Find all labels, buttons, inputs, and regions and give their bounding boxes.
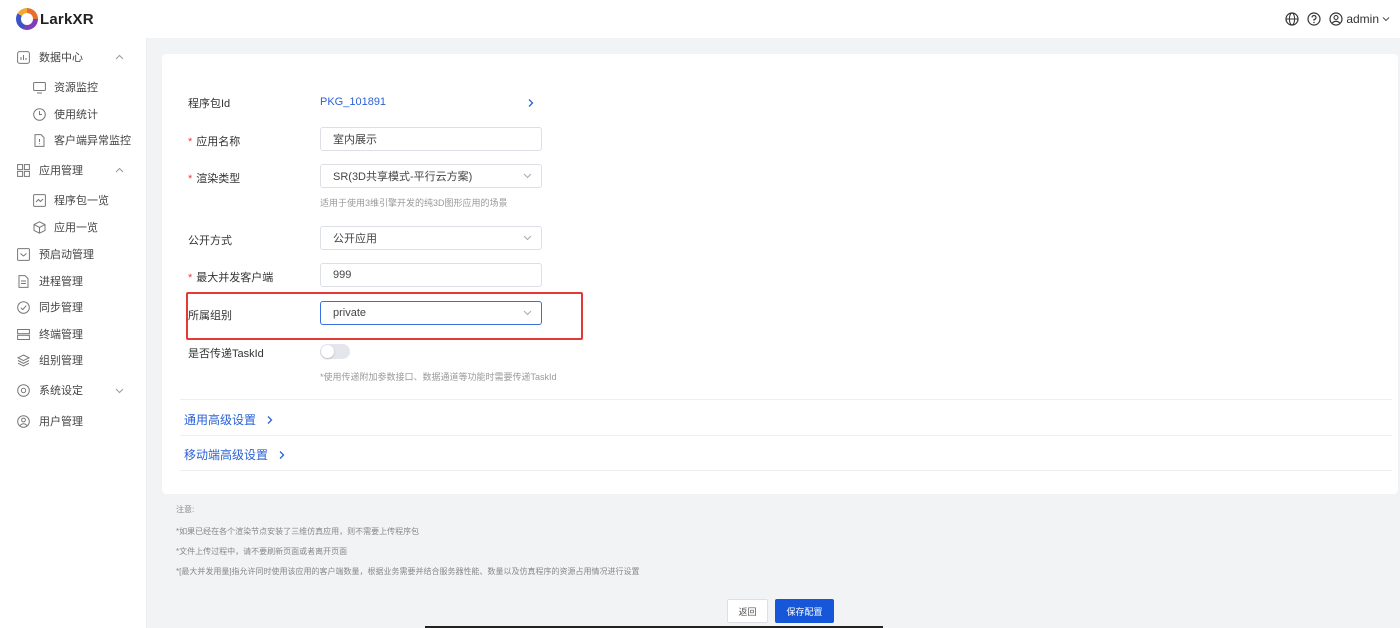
sidebar-item-process[interactable]: 进程管理 [0, 269, 147, 293]
advanced-general-link[interactable]: 通用高级设置 [184, 411, 274, 428]
sidebar: 数据中心 资源监控 使用统计 客户端异常监控 应用管理 程序包一览 应用一览 预… [0, 38, 147, 628]
notes-title: 注意: [176, 505, 195, 514]
sidebar-item-app-list[interactable]: 应用一览 [0, 215, 147, 239]
group-value: private [333, 307, 367, 319]
sidebar-item-label: 用户管理 [39, 416, 83, 428]
sidebar-item-label: 终端管理 [39, 329, 83, 341]
publish-mode-value: 公开应用 [333, 233, 377, 245]
divider [180, 435, 1392, 436]
sidebar-item-users[interactable]: 用户管理 [0, 409, 147, 433]
divider [180, 399, 1392, 400]
user-menu[interactable]: admin [1329, 12, 1390, 26]
chevron-right-icon [267, 415, 273, 424]
document-icon [34, 133, 45, 147]
chevron-down-icon [523, 235, 532, 241]
note-line: *文件上传过程中，请不要刷新页面或者离开页面 [176, 547, 348, 556]
sidebar-item-package-list[interactable]: 程序包一览 [0, 188, 147, 212]
header-actions: admin [1285, 12, 1390, 26]
back-button[interactable]: 返回 [727, 599, 768, 623]
app-name-input[interactable]: 室内展示 [320, 127, 542, 151]
chart-icon [17, 50, 30, 64]
render-type-value: SR(3D共享模式-平行云方案) [333, 171, 473, 183]
max-clients-value: 999 [333, 269, 352, 281]
group-select[interactable]: private [320, 301, 542, 325]
sidebar-item-label: 进程管理 [39, 276, 83, 288]
sidebar-item-label: 应用管理 [39, 165, 83, 177]
sidebar-item-label: 数据中心 [39, 52, 83, 64]
app-config-form: 程序包Id PKG_101891 * 应用名称 室内展示 * 渲染类型 SR(3D共… [162, 54, 1398, 494]
package-icon [33, 193, 46, 207]
logo-icon [16, 8, 38, 30]
chevron-down-icon [115, 388, 124, 393]
user-name: admin [1346, 12, 1379, 26]
clock-icon [33, 107, 46, 121]
sidebar-item-label: 应用一览 [54, 222, 98, 234]
sidebar-item-system-settings[interactable]: 系统设定 [0, 378, 147, 402]
note-line: *如果已经在各个渲染节点安装了三维仿真应用，则不需要上传程序包 [176, 527, 420, 536]
chevron-up-icon [115, 167, 124, 172]
sidebar-item-label: 组别管理 [39, 355, 83, 367]
app-name-label: * 应用名称 [188, 136, 241, 148]
package-id-link[interactable]: PKG_101891 [320, 96, 386, 108]
settings-icon [17, 383, 30, 397]
sidebar-item-label: 使用统计 [54, 109, 98, 121]
advanced-general-label: 通用高级设置 [184, 413, 257, 427]
sidebar-item-usage-stats[interactable]: 使用统计 [0, 102, 147, 126]
logo[interactable]: LarkXR [16, 8, 94, 30]
divider [180, 470, 1392, 471]
sidebar-item-app-management[interactable]: 应用管理 [0, 158, 147, 182]
save-button[interactable]: 保存配置 [775, 599, 834, 623]
chevron-down-icon [523, 310, 532, 316]
monitor-icon [33, 81, 46, 93]
logo-text: LarkXR [40, 10, 94, 28]
chevron-up-icon [115, 54, 124, 59]
file-icon [18, 274, 29, 288]
sidebar-item-group[interactable]: 组别管理 [0, 348, 147, 372]
max-clients-input[interactable]: 999 [320, 263, 542, 287]
package-id-label: 程序包Id [188, 98, 231, 110]
inbox-icon [17, 247, 30, 261]
render-type-select[interactable]: SR(3D共享模式-平行云方案) [320, 164, 542, 188]
terminal-icon [17, 328, 30, 340]
advanced-mobile-link[interactable]: 移动端高级设置 [184, 446, 286, 463]
sidebar-item-terminal[interactable]: 终端管理 [0, 322, 147, 346]
chevron-down-icon [1382, 17, 1390, 22]
note-line: *[最大并发用量]指允许同时使用该应用的客户端数量，根据业务需要并结合服务器性能… [176, 567, 640, 576]
render-type-hint: 适用于使用3维引擎开发的纯3D图形应用的场景 [320, 198, 508, 208]
publish-mode-select[interactable]: 公开应用 [320, 226, 542, 250]
sidebar-item-label: 程序包一览 [54, 195, 109, 207]
check-circle-icon [17, 300, 30, 314]
group-label: 所属组别 [188, 310, 232, 322]
chevron-right-icon[interactable] [527, 98, 535, 108]
cube-icon [33, 220, 46, 234]
help-icon[interactable] [1307, 12, 1321, 26]
sidebar-item-resource-monitor[interactable]: 资源监控 [0, 75, 147, 99]
publish-mode-label: 公开方式 [188, 235, 232, 247]
sidebar-item-data-center[interactable]: 数据中心 [0, 45, 147, 69]
chevron-down-icon [523, 173, 532, 179]
top-header: LarkXR admin [0, 0, 1400, 38]
sidebar-item-client-exception[interactable]: 客户端异常监控 [0, 128, 147, 152]
pass-taskid-label: 是否传递TaskId [188, 348, 264, 360]
pass-taskid-hint: *使用传递附加参数接口、数据通道等功能时需要传递TaskId [320, 372, 557, 382]
sidebar-item-label: 系统设定 [39, 385, 83, 397]
grid-icon [17, 163, 30, 177]
chevron-right-icon [279, 450, 285, 459]
globe-icon[interactable] [1285, 12, 1299, 26]
sidebar-item-sync[interactable]: 同步管理 [0, 295, 147, 319]
app-name-value: 室内展示 [333, 134, 377, 146]
pass-taskid-toggle[interactable] [320, 344, 350, 359]
max-clients-label: * 最大并发客户端 [188, 272, 274, 284]
user-icon [1329, 12, 1343, 26]
sidebar-item-label: 客户端异常监控 [54, 135, 131, 147]
render-type-label: * 渲染类型 [188, 173, 241, 185]
sidebar-item-label: 资源监控 [54, 82, 98, 94]
user-circle-icon [17, 414, 30, 428]
layers-icon [17, 353, 30, 367]
sidebar-item-label: 预启动管理 [39, 249, 94, 261]
sidebar-item-label: 同步管理 [39, 302, 83, 314]
sidebar-item-prestart[interactable]: 预启动管理 [0, 242, 147, 266]
advanced-mobile-label: 移动端高级设置 [184, 448, 269, 462]
